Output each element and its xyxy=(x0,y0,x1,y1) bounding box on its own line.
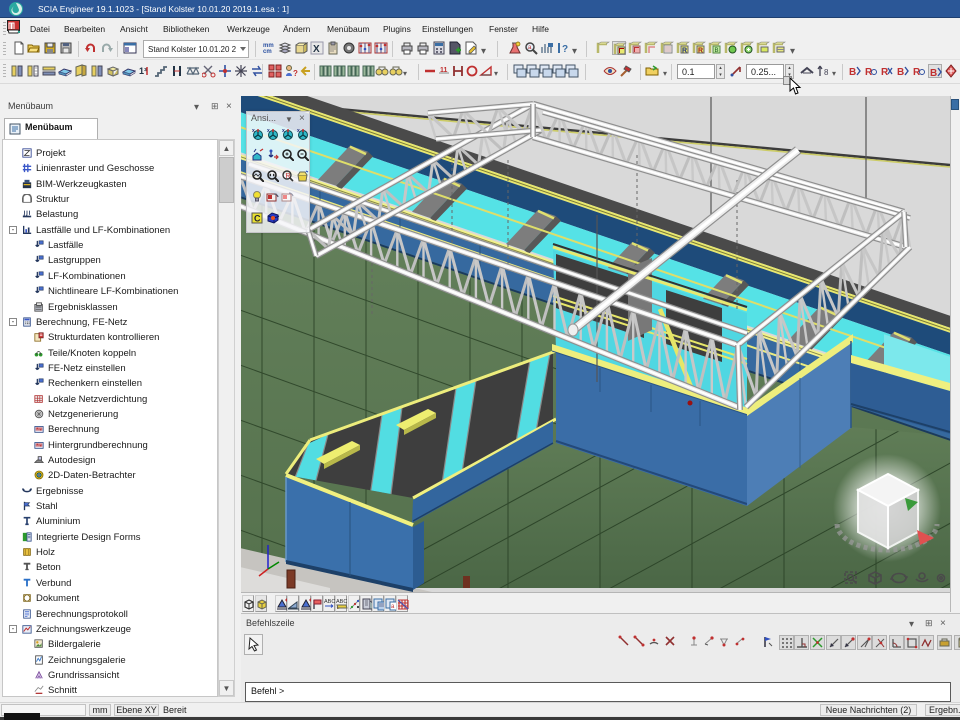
svg-text:C: C xyxy=(254,214,261,224)
svg-text:x: x xyxy=(267,128,270,134)
svg-text:B: B xyxy=(897,67,904,78)
svg-text:x: x xyxy=(282,128,285,134)
svg-text:R: R xyxy=(286,173,291,180)
svg-text:cm: cm xyxy=(263,49,272,55)
svg-text:8: 8 xyxy=(824,68,829,77)
svg-text:ABC: ABC xyxy=(336,599,347,605)
svg-text:B: B xyxy=(715,48,719,54)
svg-text:ABC: ABC xyxy=(324,599,335,605)
svg-text:X: X xyxy=(313,44,320,55)
svg-text:?: ? xyxy=(562,44,568,55)
svg-text:11: 11 xyxy=(440,67,448,74)
svg-text:B: B xyxy=(849,67,856,78)
svg-text:R: R xyxy=(682,48,687,55)
svg-text:?: ? xyxy=(293,69,298,78)
svg-text:B: B xyxy=(930,68,937,79)
svg-text:R: R xyxy=(698,48,703,55)
svg-text:x: x xyxy=(297,128,300,134)
svg-text:x: x xyxy=(252,128,255,134)
svg-text:1³: 1³ xyxy=(139,66,147,76)
